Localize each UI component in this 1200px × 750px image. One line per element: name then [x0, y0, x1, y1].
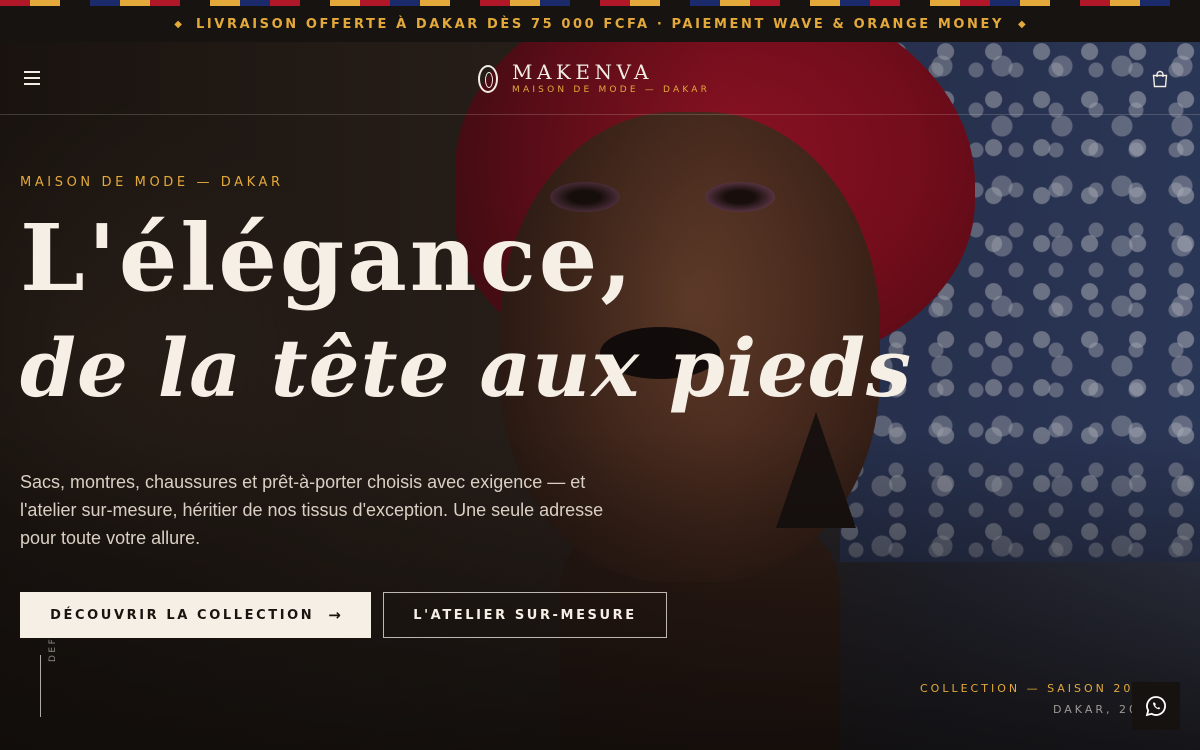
menu-icon[interactable] [22, 69, 42, 87]
discover-collection-button[interactable]: DÉCOUVRIR LA COLLECTION → [20, 592, 371, 638]
hero-headline: L'élégance, de la tête aux pieds [20, 203, 912, 423]
site-header: MAKENVA MAISON DE MODE — DAKAR [0, 42, 1200, 115]
hero-eyebrow: MAISON DE MODE — DAKAR [20, 175, 284, 190]
brand-name: MAKENVA [512, 60, 653, 84]
atelier-button[interactable]: L'ATELIER SUR-MESURE [383, 592, 667, 638]
whatsapp-icon[interactable] [1132, 682, 1180, 730]
diamond-icon: ◆ [174, 18, 182, 30]
arrow-right-icon: → [328, 606, 341, 624]
headline-line-2: de la tête aux pieds [20, 321, 913, 415]
cowrie-logo-icon [478, 65, 498, 93]
hero-description: Sacs, montres, chaussures et prêt-à-port… [20, 472, 604, 548]
shopping-bag-icon[interactable] [1150, 69, 1170, 89]
headline-line-1: L'élégance, [20, 204, 636, 312]
announcement-bar: ◆ LIVRAISON OFFERTE À DAKAR DÈS 75 000 F… [0, 6, 1200, 42]
kente-stripe [0, 0, 1200, 6]
atelier-label: L'ATELIER SUR-MESURE [413, 607, 637, 623]
diamond-icon: ◆ [1018, 18, 1026, 30]
brand-tagline: MAISON DE MODE — DAKAR [512, 85, 711, 95]
discover-collection-label: DÉCOUVRIR LA COLLECTION [50, 607, 315, 623]
announcement-text: LIVRAISON OFFERTE À DAKAR DÈS 75 000 FCF… [195, 16, 1005, 32]
brand-logo[interactable]: MAKENVA MAISON DE MODE — DAKAR [478, 59, 710, 99]
scroll-indicator-line [40, 655, 41, 717]
